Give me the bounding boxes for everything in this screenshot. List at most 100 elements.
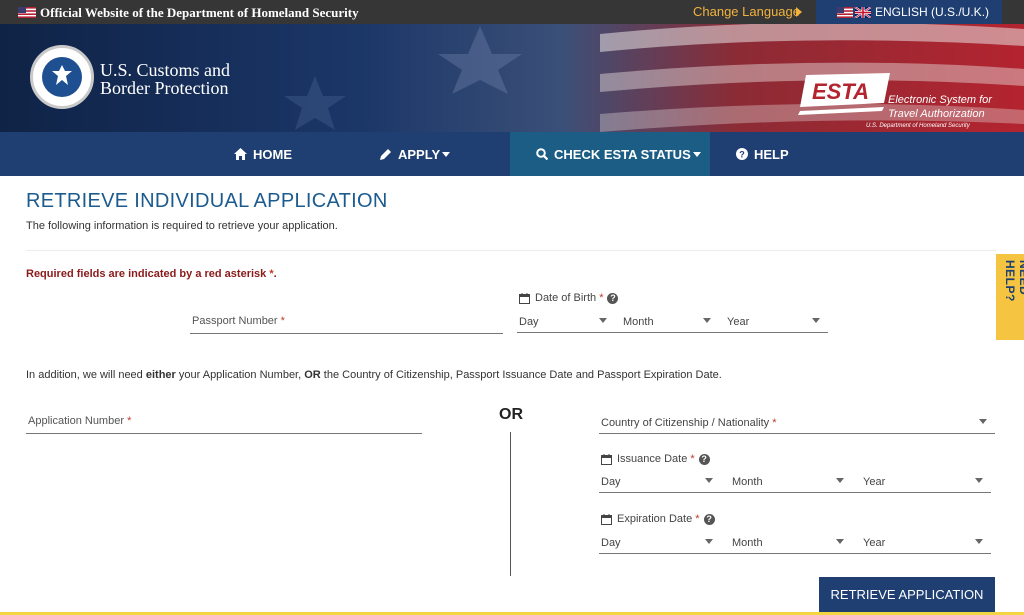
calendar-icon — [601, 513, 612, 525]
esta-logo-text: ESTA — [812, 79, 869, 104]
asterisk: * — [695, 513, 700, 525]
additional-info-text: In addition, we will need either your Ap… — [26, 369, 722, 381]
chevron-down-icon — [703, 318, 711, 323]
issuance-month-select[interactable]: Month — [721, 471, 852, 493]
chevron-down-icon — [836, 539, 844, 544]
issuance-year-select[interactable]: Year — [852, 471, 991, 493]
application-number-label-text: Application Number — [28, 415, 124, 427]
nav-home[interactable]: HOME — [234, 132, 292, 176]
star-decoration-icon — [284, 76, 346, 130]
search-icon — [536, 148, 548, 160]
header-banner: U.S. Customs and Border Protection ESTA … — [0, 24, 1024, 132]
dob-day-value: Day — [519, 316, 539, 328]
additional-either: either — [145, 369, 176, 381]
country-select[interactable]: Country of Citizenship / Nationality * — [599, 409, 995, 434]
help-icon[interactable]: ? — [703, 513, 715, 525]
gov-banner-text: Official Website of the Department of Ho… — [40, 5, 359, 20]
asterisk: * — [599, 292, 604, 304]
dob-year-value: Year — [727, 316, 750, 328]
application-number-field[interactable]: Application Number * — [26, 408, 422, 434]
pencil-icon — [380, 149, 391, 160]
asterisk: * — [772, 417, 777, 429]
home-icon — [234, 148, 247, 160]
or-separator: OR — [499, 406, 523, 423]
nav-check-esta-status[interactable]: CHECK ESTA STATUS — [510, 132, 710, 176]
nav-home-label: HOME — [253, 146, 292, 162]
esta-tagline-line1: Electronic System for — [888, 94, 992, 106]
language-label[interactable]: ENGLISH (U.S./U.K.) — [875, 5, 989, 19]
chevron-down-icon — [836, 478, 844, 483]
chevron-down-icon — [975, 478, 983, 483]
chevron-down-icon — [812, 318, 820, 323]
issuance-day-value: Day — [601, 476, 621, 488]
dhs-seal-logo — [30, 45, 94, 109]
additional-or: OR — [304, 369, 321, 381]
chevron-down-icon — [705, 478, 713, 483]
expiration-date-label: Expiration Date * ? — [601, 513, 715, 525]
required-note-text: Required fields are indicated by a red a… — [26, 268, 267, 280]
caret-right-icon — [796, 7, 802, 17]
dob-label-text: Date of Birth — [535, 292, 597, 304]
esta-logo: ESTA — [798, 73, 890, 115]
chevron-down-icon — [979, 419, 987, 424]
help-icon[interactable]: ? — [607, 292, 619, 304]
expiration-year-value: Year — [863, 537, 886, 549]
issuance-date-label: Issuance Date * ? — [601, 453, 710, 465]
passport-number-field[interactable]: Passport Number * — [190, 308, 503, 334]
required-fields-note: Required fields are indicated by a red a… — [26, 268, 277, 280]
nav-apply[interactable]: APPLY — [380, 132, 451, 176]
passport-number-label: Passport Number * — [192, 315, 285, 327]
main-nav: HOME APPLY CHECK ESTA STATUS ? HELP — [0, 132, 1024, 176]
application-number-label: Application Number * — [28, 415, 131, 427]
retrieve-application-button[interactable]: RETRIEVE APPLICATION — [819, 577, 995, 612]
caret-down-icon — [442, 151, 451, 157]
help-icon[interactable]: ? — [698, 453, 710, 465]
asterisk: * — [280, 315, 285, 327]
cbp-name-line2: Border Protection — [100, 78, 229, 98]
us-flag-icon — [18, 7, 36, 18]
svg-text:?: ? — [739, 150, 745, 160]
caret-down-icon — [692, 151, 701, 157]
issuance-year-value: Year — [863, 476, 886, 488]
question-circle-icon: ? — [736, 148, 748, 160]
expiration-day-select[interactable]: Day — [599, 532, 721, 554]
additional-text-2: your Application Number, — [175, 369, 305, 381]
page-subtitle: The following information is required to… — [26, 220, 338, 232]
expiration-month-select[interactable]: Month — [721, 532, 852, 554]
chevron-down-icon — [599, 318, 607, 323]
issuance-day-select[interactable]: Day — [599, 471, 721, 493]
star-decoration-icon — [438, 26, 522, 94]
chevron-down-icon — [705, 539, 713, 544]
asterisk: * — [690, 453, 695, 465]
asterisk: * — [127, 415, 132, 427]
need-help-tab[interactable]: NEED HELP? — [996, 254, 1024, 340]
nav-help[interactable]: ? HELP — [736, 132, 789, 176]
country-label: Country of Citizenship / Nationality * — [601, 417, 776, 429]
expiration-label-text: Expiration Date — [617, 513, 693, 525]
esta-dhs-text: U.S. Department of Homeland Security — [866, 123, 970, 129]
calendar-icon — [519, 292, 530, 304]
page-title: RETRIEVE INDIVIDUAL APPLICATION — [26, 190, 388, 212]
issuance-label-text: Issuance Date — [617, 453, 688, 465]
or-divider-line — [510, 432, 511, 576]
issuance-month-value: Month — [732, 476, 763, 488]
dob-year-select[interactable]: Year — [719, 311, 828, 333]
need-help-label: NEED HELP? — [1003, 260, 1024, 302]
nav-apply-label: APPLY — [398, 146, 441, 162]
dob-day-select[interactable]: Day — [517, 311, 615, 333]
dob-month-select[interactable]: Month — [615, 311, 719, 333]
divider — [26, 250, 996, 251]
calendar-icon — [601, 453, 612, 465]
cbp-name-line1: U.S. Customs and — [100, 60, 231, 80]
expiration-year-select[interactable]: Year — [852, 532, 991, 554]
esta-tagline-line2: Travel Authorization — [888, 108, 985, 120]
dob-month-value: Month — [623, 316, 654, 328]
expiration-day-value: Day — [601, 537, 621, 549]
chevron-down-icon — [975, 539, 983, 544]
dob-label: Date of Birth * ? — [519, 292, 619, 304]
nav-check-status-label: CHECK ESTA STATUS — [554, 146, 691, 162]
required-period: . — [273, 268, 277, 280]
country-label-text: Country of Citizenship / Nationality — [601, 417, 770, 429]
change-language-link[interactable]: Change Language — [693, 4, 800, 19]
expiration-month-value: Month — [732, 537, 763, 549]
